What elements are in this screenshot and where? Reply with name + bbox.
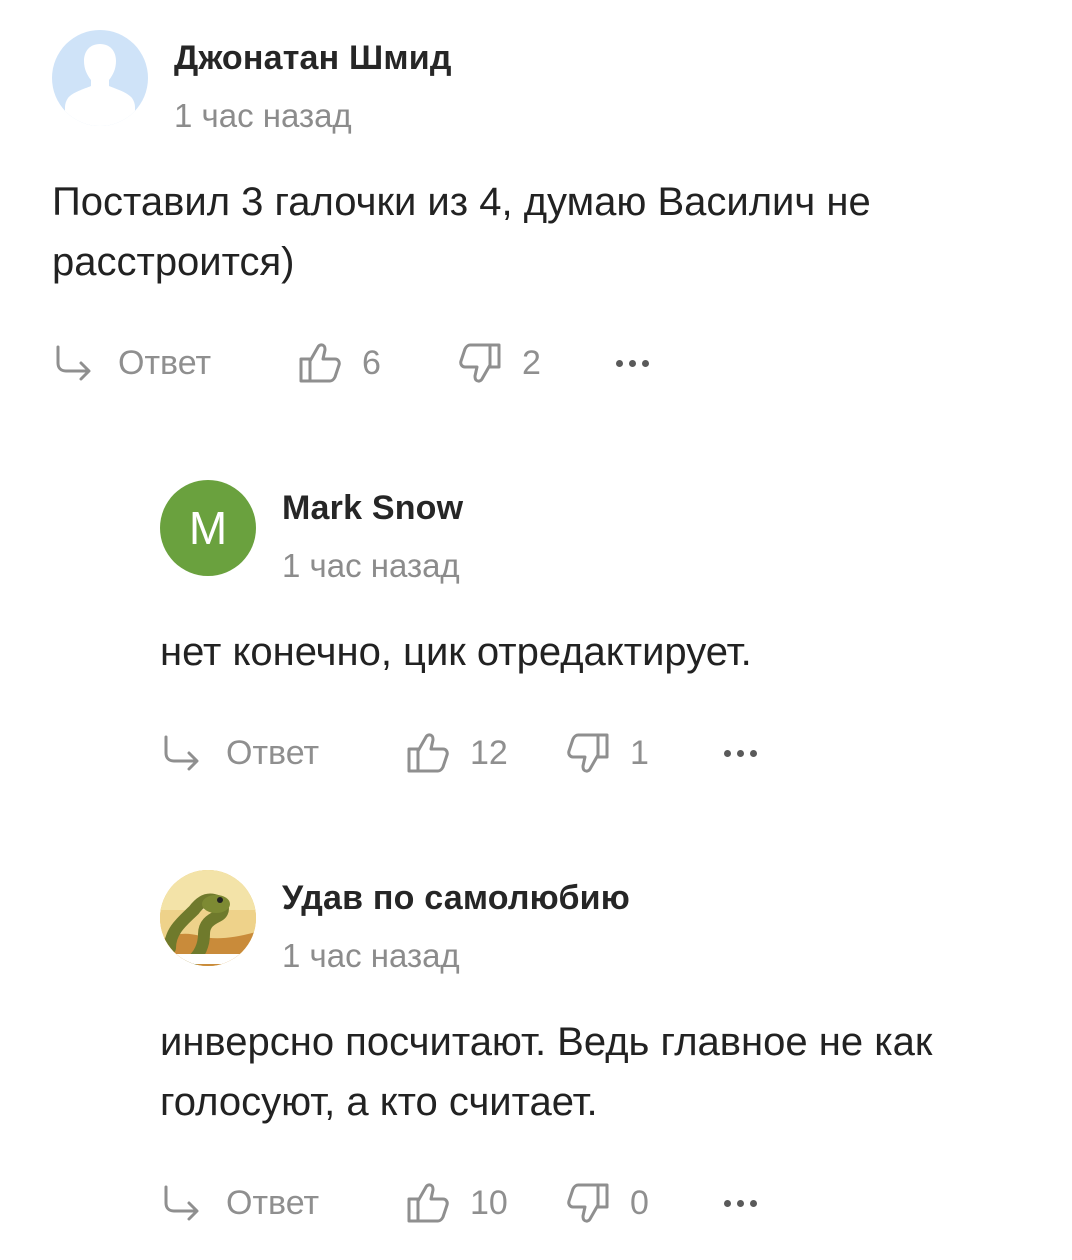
comment-text: нет конечно, цик отредактирует. <box>160 630 752 674</box>
reply-arrow-icon <box>56 345 91 381</box>
dislike-count: 2 <box>522 343 541 382</box>
thumbs-up-icon <box>407 733 449 773</box>
avatar-letter: M <box>188 502 228 554</box>
dislike-count: 1 <box>630 733 649 772</box>
comment-actions: Ответ 10 0 <box>160 1178 1072 1228</box>
like-button[interactable]: 12 <box>406 732 566 774</box>
reply-button[interactable]: Ответ <box>160 1183 406 1223</box>
dislike-button[interactable]: 2 <box>458 342 616 384</box>
comment-header: Джонатан Шмид 1 час назад <box>52 30 1032 134</box>
reply-label: Ответ <box>118 343 212 382</box>
dislike-button[interactable]: 1 <box>566 732 724 774</box>
like-button[interactable]: 10 <box>406 1182 566 1224</box>
reply-arrow-icon <box>164 735 199 771</box>
comment-time: 1 час назад <box>174 97 352 134</box>
author-name[interactable]: Удав по самолюбию <box>282 876 630 920</box>
more-options-icon[interactable] <box>616 348 676 378</box>
thumbs-down-icon <box>459 343 501 383</box>
like-count: 10 <box>470 1183 508 1222</box>
avatar[interactable] <box>160 870 256 966</box>
dislike-count: 0 <box>630 1183 649 1222</box>
like-button[interactable]: 6 <box>298 342 458 384</box>
comment-actions: Ответ 6 2 <box>52 338 1032 388</box>
thumbs-up-icon <box>299 343 341 383</box>
avatar[interactable] <box>52 30 148 126</box>
comment-time: 1 час назад <box>282 937 460 974</box>
comment: M Mark Snow 1 час назад нет конечно, цик… <box>160 480 1072 778</box>
reply-button[interactable]: Ответ <box>52 343 298 383</box>
reply-button[interactable]: Ответ <box>160 733 406 773</box>
more-options-icon[interactable] <box>724 1188 784 1218</box>
like-count: 6 <box>362 343 381 382</box>
author-name[interactable]: Джонатан Шмид <box>174 36 452 80</box>
reply-label: Ответ <box>226 1183 320 1222</box>
dislike-button[interactable]: 0 <box>566 1182 724 1224</box>
more-options-icon[interactable] <box>724 738 784 768</box>
thumbs-up-icon <box>407 1183 449 1223</box>
comment: Джонатан Шмид 1 час назад Поставил 3 гал… <box>52 30 1032 388</box>
thumbs-down-icon <box>567 1183 609 1223</box>
comment-actions: Ответ 12 1 <box>160 728 1072 778</box>
like-count: 12 <box>470 733 508 772</box>
comment-text: инверсно посчитают. Ведь главное не как … <box>160 1020 933 1124</box>
default-user-icon <box>65 44 135 126</box>
comment-header: Удав по самолюбию 1 час назад <box>160 870 1072 974</box>
cartoon-snake-icon <box>160 870 256 966</box>
comment-header: M Mark Snow 1 час назад <box>160 480 1072 584</box>
avatar[interactable]: M <box>160 480 256 576</box>
thumbs-down-icon <box>567 733 609 773</box>
comment-text: Поставил 3 галочки из 4, думаю Василич н… <box>52 180 871 284</box>
reply-arrow-icon <box>164 1185 199 1221</box>
reply-label: Ответ <box>226 733 320 772</box>
comment: Удав по самолюбию 1 час назад инверсно п… <box>160 870 1072 1228</box>
author-name[interactable]: Mark Snow <box>282 486 463 530</box>
comment-time: 1 час назад <box>282 547 460 584</box>
